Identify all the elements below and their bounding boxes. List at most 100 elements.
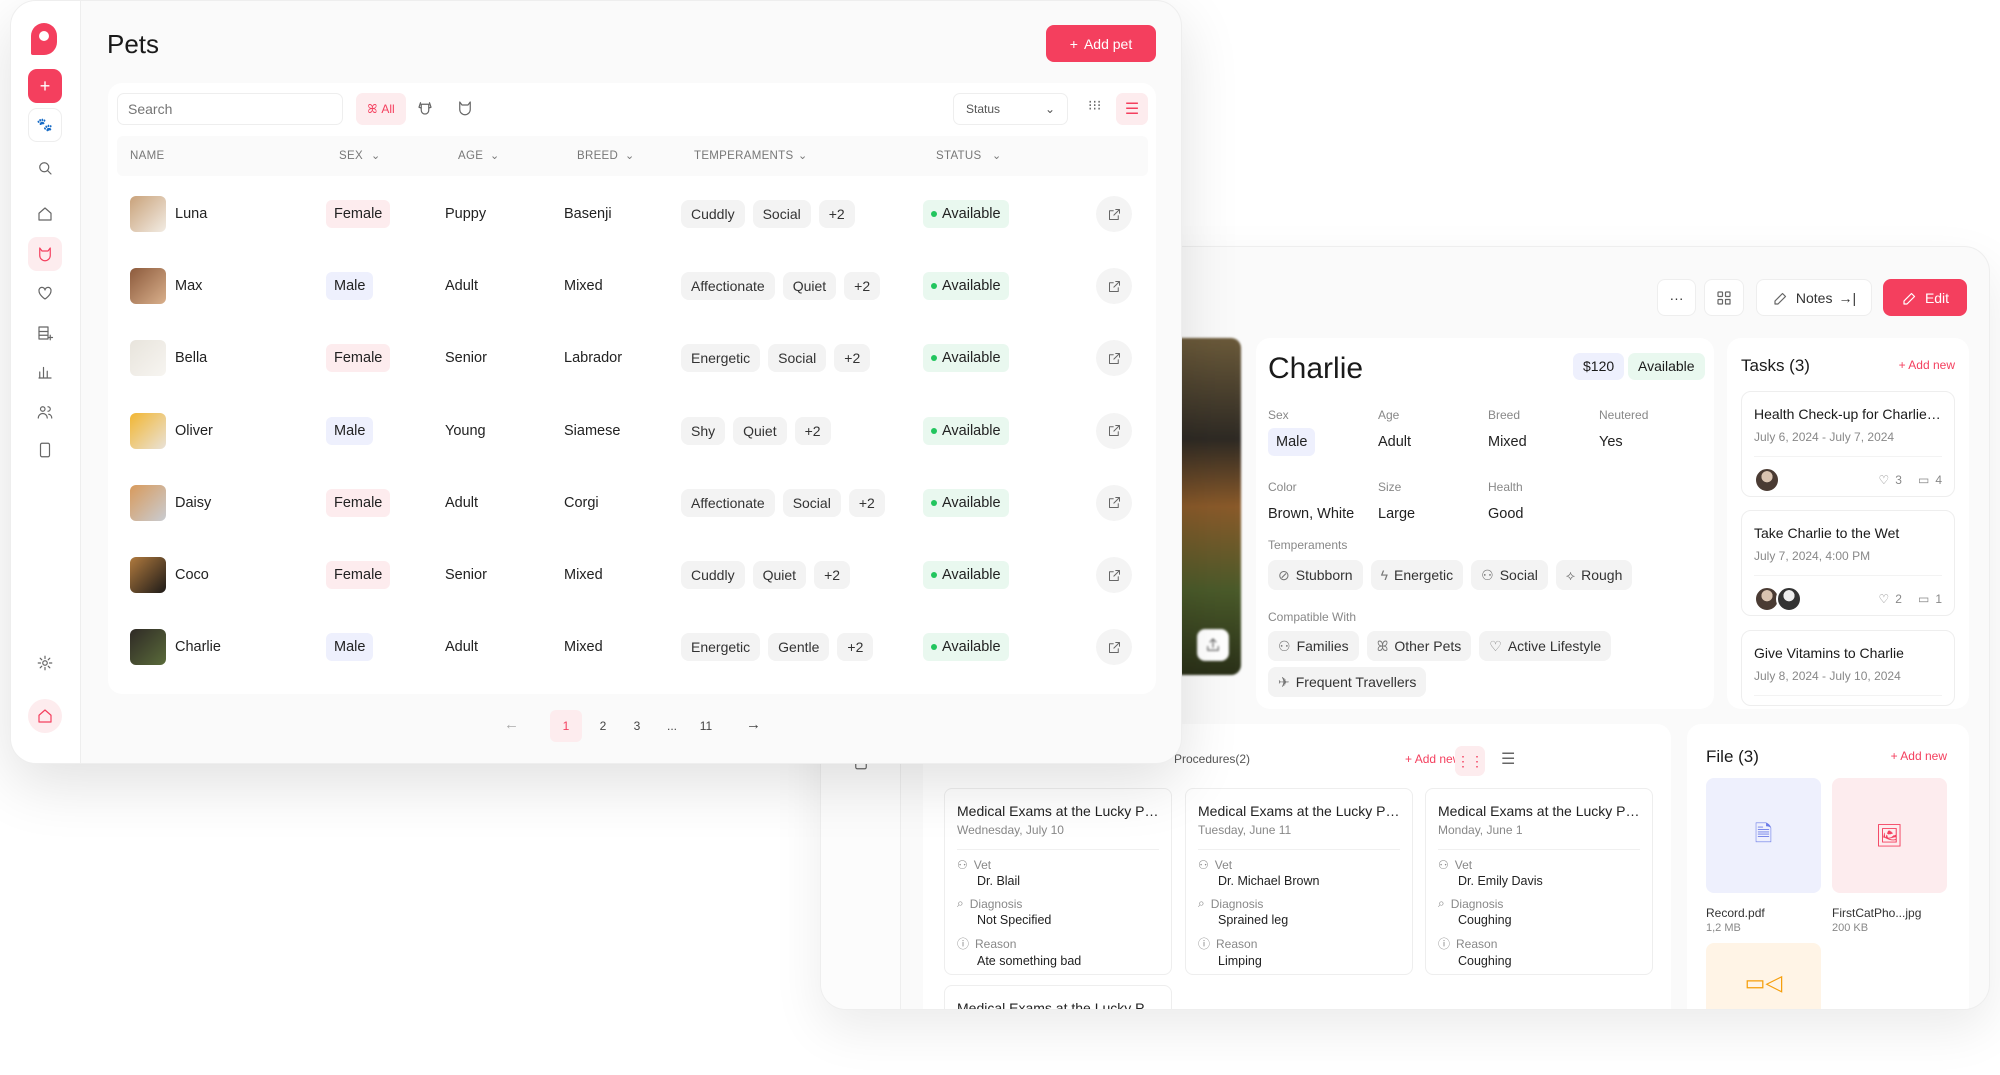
pet-name[interactable]: Coco — [175, 567, 209, 583]
filter-all-button[interactable]: ꕤ All — [356, 93, 406, 125]
open-pet-button[interactable] — [1096, 629, 1132, 666]
add-task-button[interactable]: + Add new — [1899, 358, 1955, 372]
column-header-temperaments[interactable]: TEMPERAMENTS — [694, 136, 793, 176]
paw-icon: 🐾 — [36, 117, 54, 132]
edit-label: Edit — [1924, 289, 1950, 306]
table-add-nav[interactable] — [28, 316, 62, 350]
column-header-status[interactable]: STATUS — [936, 136, 981, 176]
table-row[interactable]: Oliver Male Young Siamese Shy Quiet +2 Availabl… — [108, 395, 1156, 467]
qr-button[interactable] — [1704, 279, 1744, 316]
open-pet-button[interactable] — [1096, 268, 1132, 305]
reason-value: Ate something bad — [977, 954, 1082, 968]
pet-name-cell: Oliver — [130, 395, 213, 467]
add-pet-label: Add pet — [1083, 35, 1133, 52]
page-button-2[interactable]: 2 — [587, 710, 619, 742]
pet-name[interactable]: Charlie — [175, 639, 221, 655]
add-pet-button[interactable]: + Add pet — [1046, 25, 1156, 62]
notes-button[interactable]: Notes →| — [1756, 279, 1872, 316]
pet-name[interactable]: Luna — [175, 206, 207, 222]
compatible-chips: ⚇ Families ꕤ Other Pets ♡ Active Lifestyle ✈ Fr… — [1268, 631, 1628, 697]
open-pet-button[interactable] — [1096, 557, 1132, 593]
page-button-1[interactable]: 1 — [550, 710, 582, 742]
add-record-button[interactable]: + Add new — [1405, 752, 1461, 766]
page-button-11[interactable]: 11 — [690, 710, 722, 742]
open-pet-button[interactable] — [1096, 412, 1132, 449]
table-row[interactable]: Coco Female Senior Mixed Cuddly Quiet +2 Availa… — [108, 539, 1156, 611]
medical-record-card[interactable]: Medical Exams at the Lucky Pa... Wednesda… — [944, 788, 1172, 975]
pet-name-cell: Max — [130, 250, 202, 322]
tab-procedures-[interactable]: Procedures(2) — [1174, 752, 1250, 766]
app-logo — [31, 23, 57, 55]
file-size: 200 KB — [1832, 922, 1869, 934]
settings-nav[interactable] — [28, 646, 62, 680]
open-pet-button[interactable] — [1096, 340, 1132, 377]
task-card[interactable]: Give Vitamins to Charlie July 8, 2024 - J… — [1741, 630, 1955, 706]
comment-count: 4 — [1935, 473, 1942, 487]
task-card[interactable]: Take Charlie to the Wet July 7, 2024, 4:0… — [1741, 510, 1955, 616]
chevron-down-icon: ⌄ — [798, 150, 808, 162]
medical-record-card[interactable]: Medical Exams at the Lucky Pa... Tuesday,… — [1185, 788, 1413, 975]
edit-button[interactable]: Edit — [1883, 279, 1967, 316]
temperament-chip: Social — [768, 344, 827, 373]
task-card[interactable]: Health Check-up for Charlie,... July 6, 2… — [1741, 391, 1955, 497]
compatible-chip: ꕤ Other Pets — [1366, 631, 1472, 661]
status-select[interactable]: Status ⌄ — [953, 93, 1068, 125]
table-row[interactable]: Luna Female Puppy Basenji Cuddly Social +2 Avai… — [108, 178, 1156, 250]
bar-chart-nav[interactable] — [28, 355, 62, 389]
sex-badge: Female — [326, 344, 391, 373]
field-label-color: Color — [1268, 480, 1297, 494]
pets-nav[interactable] — [28, 237, 62, 271]
filter-all-label: All — [381, 102, 395, 116]
status-dot-icon — [931, 499, 937, 506]
prev-page-button[interactable]: ← — [504, 716, 519, 733]
search-nav[interactable] — [28, 151, 62, 185]
file-name: FirstCatPho...jpg — [1832, 906, 1922, 920]
reason-label: Reason — [1456, 936, 1498, 951]
column-header-breed[interactable]: BREED — [577, 136, 618, 176]
column-header-sex[interactable]: SEX — [339, 136, 363, 176]
pet-name[interactable]: Oliver — [175, 423, 213, 439]
pet-name[interactable]: Max — [175, 278, 202, 294]
open-pet-button[interactable] — [1096, 196, 1132, 232]
list-view-button[interactable]: ☰ — [1116, 93, 1148, 125]
medical-record-card[interactable]: Medical Exams at the Lucky Pa... Monday, … — [1425, 788, 1653, 975]
medical-record-card: Medical recordVaccinationProcedures(2) +… — [923, 724, 1671, 1009]
external-link-icon — [1107, 640, 1122, 655]
list-view-button[interactable]: ☰ — [1501, 749, 1515, 769]
pet-name[interactable]: Bella — [175, 350, 207, 366]
quick-add-button[interactable]: + — [28, 69, 62, 103]
search-input[interactable] — [117, 93, 343, 125]
open-pet-button[interactable] — [1096, 484, 1132, 521]
home-nav[interactable] — [28, 197, 62, 231]
heart-nav[interactable] — [28, 276, 62, 310]
table-row[interactable]: Bella Female Senior Labrador Energetic Social… — [108, 322, 1156, 394]
tablet-nav[interactable] — [28, 433, 62, 467]
bar-chart-icon — [36, 363, 54, 381]
add-file-button[interactable]: + Add new — [1891, 749, 1947, 763]
more-button[interactable]: ··· — [1657, 279, 1696, 316]
field-label-sex: Sex — [1268, 408, 1289, 422]
dog-icon[interactable] — [416, 99, 434, 117]
grid-icon: ⁝⁝⁝ — [1088, 97, 1102, 113]
vet-label: Vet — [1454, 858, 1473, 872]
file-tile[interactable]: 🖼 — [1832, 778, 1947, 893]
medical-record-card[interactable]: Medical Exams at the Lucky Pa... — [944, 985, 1172, 1009]
table-row[interactable]: Daisy Female Adult Corgi Affectionate Social +… — [108, 467, 1156, 539]
table-row[interactable]: Max Male Adult Mixed Affectionate Quiet +2 Avai… — [108, 250, 1156, 322]
file-tile[interactable]: ▭◁ — [1706, 943, 1821, 1009]
vet-label: Vet — [1214, 858, 1233, 872]
users-nav[interactable] — [28, 395, 62, 429]
next-page-button[interactable]: → — [746, 716, 761, 733]
column-header-age[interactable]: AGE — [458, 136, 483, 176]
record-title: Medical Exams at the Lucky Pa... — [1198, 803, 1400, 819]
grid-view-button[interactable]: ⁝⁝⁝ — [1088, 97, 1101, 114]
pet-name[interactable]: Daisy — [175, 495, 211, 511]
upload-photo-button[interactable] — [1197, 629, 1229, 661]
compatible-chip: ♡ Active Lifestyle — [1479, 631, 1612, 661]
file-tile[interactable]: 🗎 — [1706, 778, 1821, 893]
grid-view-button[interactable]: ⋮⋮ — [1455, 746, 1485, 776]
paw-filter-button[interactable]: 🐾 — [28, 108, 62, 142]
table-row[interactable]: Charlie Male Adult Mixed Energetic Gentle +2 Av… — [108, 611, 1156, 683]
page-button-3[interactable]: 3 — [621, 710, 653, 742]
cat-icon[interactable] — [456, 99, 474, 117]
